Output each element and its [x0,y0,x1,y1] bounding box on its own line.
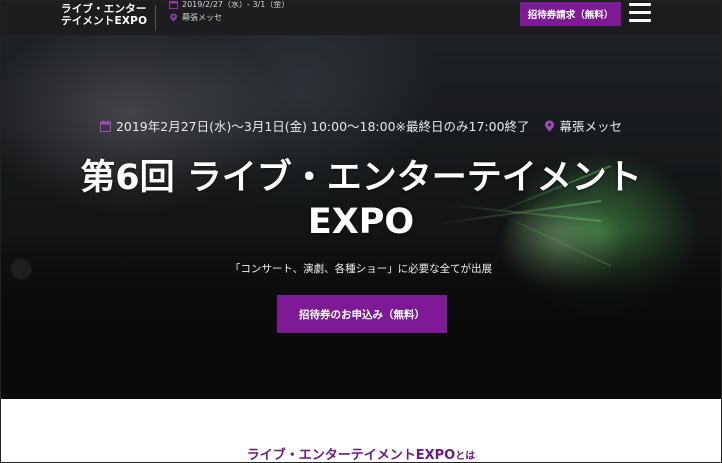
hero-invitation-apply-button[interactable]: 招待券のお申込み（無料） [277,295,447,333]
hamburger-menu-icon[interactable] [629,3,653,25]
hero-title-line-1: 第6回 ライブ・エンターテイメント [80,158,642,198]
location-pin-icon [544,120,555,132]
header-divider [155,5,156,31]
hero-section: 2019年2月27日(水)〜3月1日(金) 10:00〜18:00※最終日のみ1… [1,35,721,399]
calendar-icon [99,120,111,132]
logo-line-1: ライブ・エンター [61,3,147,15]
page-frame: ライブ・エンター テイメントEXPO 2019/2/27（水）- 3/1（金） … [0,0,722,463]
location-pin-icon [169,13,178,22]
header-event-info: 2019/2/27（水）- 3/1（金） 幕張メッセ [169,1,289,24]
logo-line-2: テイメントEXPO [61,15,148,27]
header-date-row: 2019/2/27（水）- 3/1（金） [169,0,290,11]
hero-date-line: 2019年2月27日(水)〜3月1日(金) 10:00〜18:00※最終日のみ1… [1,116,721,135]
hero-title: 第6回 ライブ・エンターテイメント EXPO [1,156,721,244]
hero-date-text: 2019年2月27日(水)〜3月1日(金) 10:00〜18:00※最終日のみ1… [115,119,530,134]
hero-title-line-2: EXPO [307,202,415,242]
site-header: ライブ・エンター テイメントEXPO 2019/2/27（水）- 3/1（金） … [1,1,721,35]
header-venue-text: 幕張メッセ [182,12,222,22]
hero-subtitle: 「コンサート、演劇、各種ショー」に必要な全てが出展 [229,263,493,275]
about-title-suffix: とは [455,451,476,462]
calendar-icon [169,1,178,9]
header-venue-row: 幕張メッセ [169,11,289,24]
header-invitation-request-button[interactable]: 招待券請求（無料） [520,2,621,26]
about-section: ライブ・エンターテイメントEXPOとは [1,399,721,463]
about-title-main: ライブ・エンターテイメントEXPO [246,448,456,463]
hero-venue-text: 幕張メッセ [559,119,623,134]
about-section-title: ライブ・エンターテイメントEXPOとは [1,444,721,463]
site-logo[interactable]: ライブ・エンター テイメントEXPO [61,3,149,27]
header-date-text: 2019/2/27（水）- 3/1（金） [182,0,290,9]
